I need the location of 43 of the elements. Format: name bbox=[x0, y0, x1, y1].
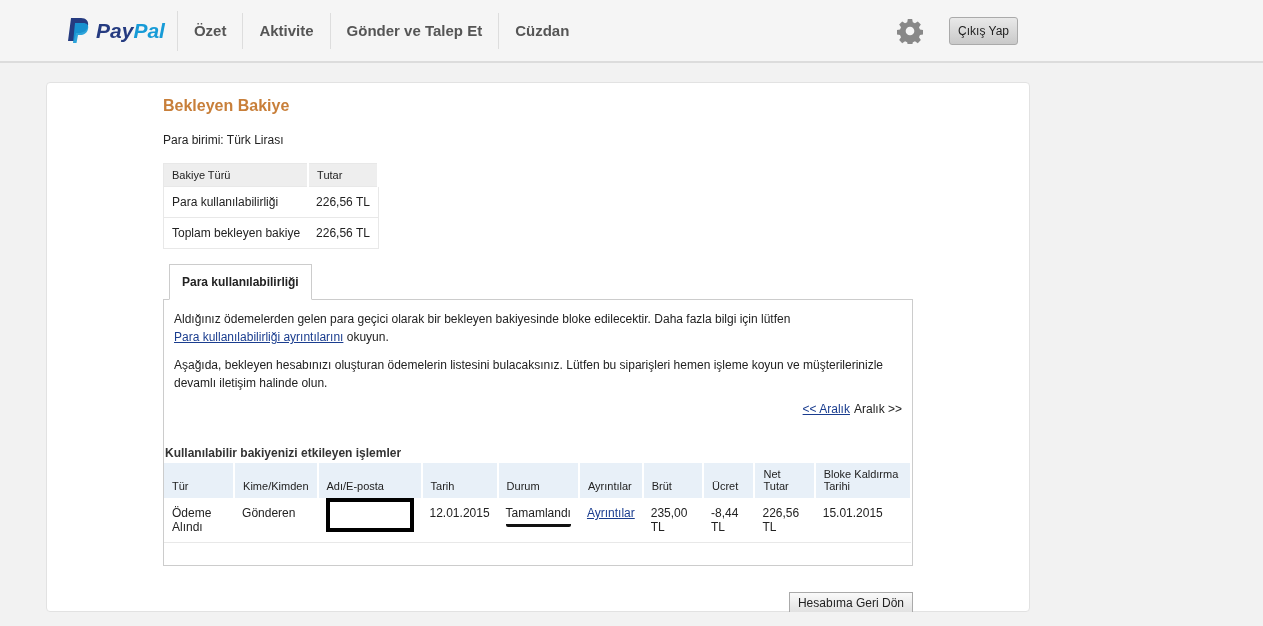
table-cell: 12.01.2015 bbox=[429, 506, 490, 520]
column-header: Kime/Kimden bbox=[234, 463, 318, 498]
settings-icon[interactable] bbox=[897, 17, 924, 44]
column-header: Durum bbox=[497, 463, 579, 498]
previous-link[interactable]: << Aralık bbox=[802, 402, 850, 416]
table-cell: Para kullanılabilirliği bbox=[163, 186, 309, 218]
nav-link[interactable]: Özet bbox=[177, 12, 244, 49]
column-header: Ayrıntılar bbox=[578, 463, 643, 498]
column-header: Ücret bbox=[703, 463, 755, 498]
column-header: Brüt bbox=[642, 463, 703, 498]
tab[interactable]: Para kullanılabilirliği bbox=[169, 264, 312, 300]
column-header: Tutar bbox=[308, 163, 379, 187]
table-cell: 235,00 TL bbox=[650, 506, 688, 534]
details-link[interactable]: Ayrıntılar bbox=[586, 506, 635, 520]
table-cell: 226,56 TL bbox=[308, 217, 379, 249]
logo-text: PayPal bbox=[96, 18, 165, 43]
column-header: Bloke Kaldırma Tarihi bbox=[814, 463, 911, 498]
next-label: Aralık >> bbox=[853, 402, 902, 416]
table-cell: 15.01.2015 bbox=[822, 506, 883, 520]
back-button[interactable]: Hesabıma Geri Dön bbox=[788, 592, 913, 612]
column-header: Adı/E-posta bbox=[317, 463, 422, 498]
section-title: Kullanılabilir bakiyenizi etkileyen işlemler bbox=[165, 446, 403, 460]
info-paragraph: Aşağıda, bekleyen hesabınızı oluşturan ödemelerin listesini bulacaksınız. Lütfen bu siparişleri hemen işleme koyun ve müşterilerinizle devamlı iletişim halinde olun. bbox=[174, 357, 885, 392]
nav-link[interactable]: Gönder ve Talep Et bbox=[330, 12, 500, 49]
logo-icon bbox=[68, 17, 90, 44]
column-header: Net Tutar bbox=[754, 463, 815, 498]
column-header: Bakiye Türü bbox=[163, 163, 309, 187]
table-cell: Toplam bekleyen bakiye bbox=[163, 217, 309, 249]
page-title: Bekleyen Bakiye bbox=[163, 97, 291, 115]
logout-button[interactable]: Çıkış Yap bbox=[949, 16, 1018, 45]
table-cell: -8,44 TL bbox=[711, 506, 739, 534]
table-cell: Tamamlandı bbox=[505, 506, 571, 527]
table-cell: Gönderen bbox=[242, 506, 296, 520]
currency-text: Para birimi: Türk Lirası bbox=[163, 132, 285, 149]
table-cell: Ödeme Alındı bbox=[172, 506, 212, 534]
nav-link[interactable]: Cüzdan bbox=[499, 12, 586, 49]
nav-link[interactable]: Aktivite bbox=[243, 12, 331, 49]
table-cell: 226,56 TL bbox=[762, 506, 800, 534]
column-header: Tarih bbox=[421, 463, 498, 498]
info-paragraph: Aldığınız ödemelerden gelen para geçici olarak bir bekleyen bakiyesinde bloke edilecektir. Daha fazla bilgi için lütfen Para kullanılabilirliği ayrıntılarını okuyun. bbox=[174, 311, 792, 346]
info-link[interactable]: Para kullanılabilirliği ayrıntılarını bbox=[174, 330, 344, 344]
table-cell: 226,56 TL bbox=[308, 186, 379, 218]
column-header: Tür bbox=[164, 463, 235, 498]
